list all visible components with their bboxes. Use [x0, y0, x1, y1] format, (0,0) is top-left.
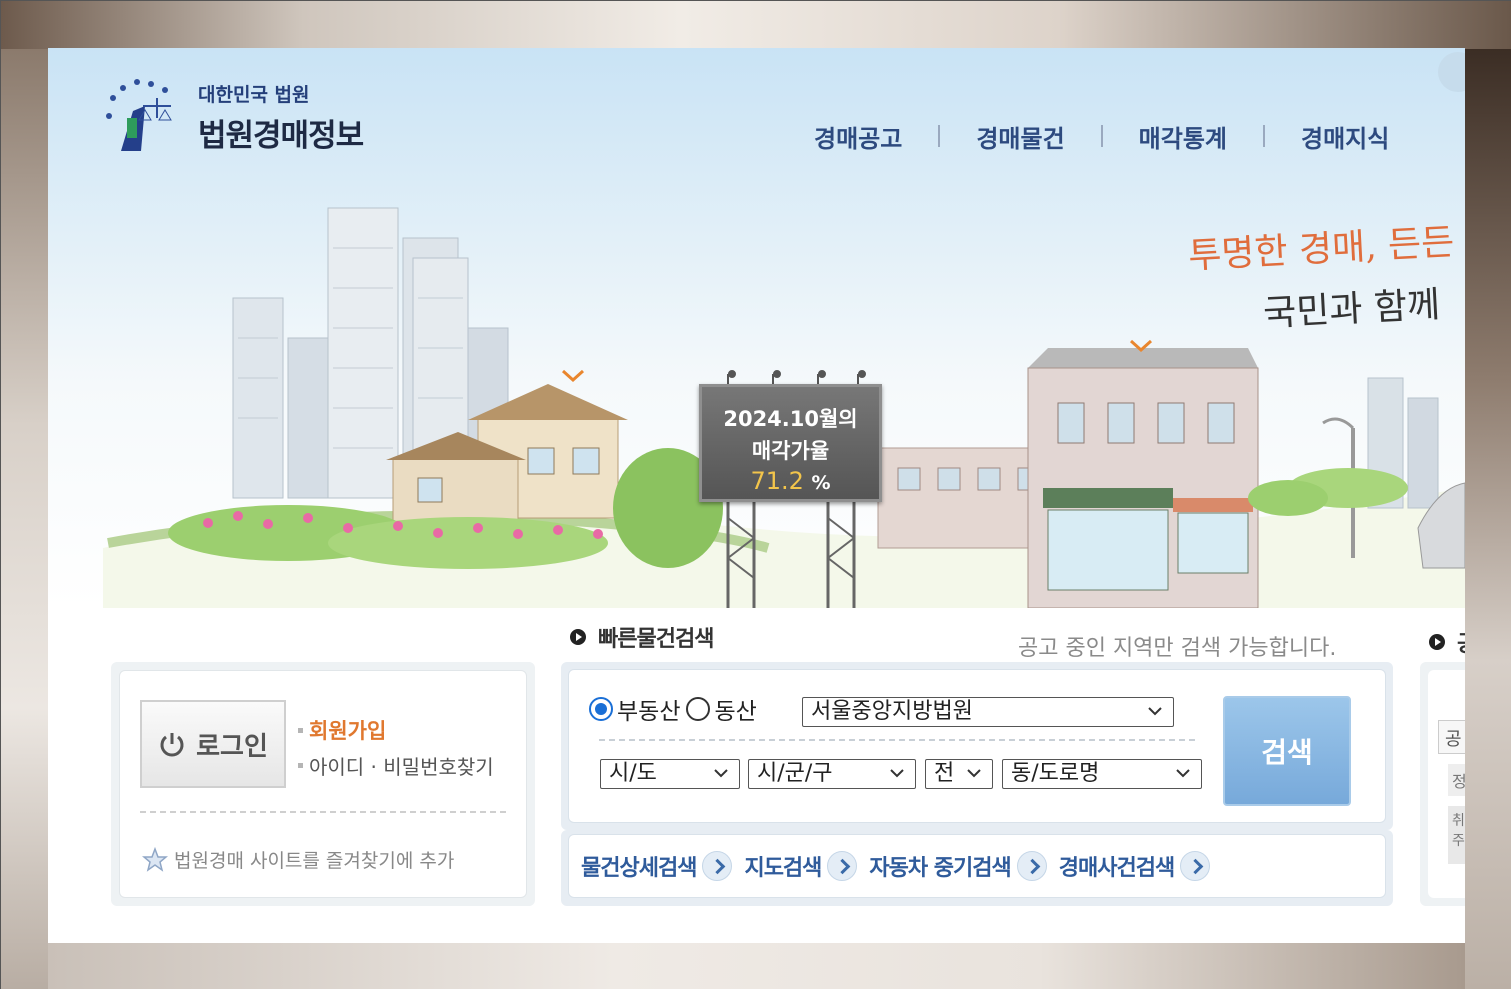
play-bullet-icon [570, 629, 586, 645]
background-blur-bottom [48, 943, 1465, 989]
chevron-down-icon [967, 769, 981, 778]
chevron-down-icon [714, 769, 728, 778]
hero-banner: 대한민국 법원 법원경매정보 경매공고 경매물건 매각통계 경매지식 투명한 경… [48, 48, 1465, 608]
case-search-link[interactable]: 경매사건검색 [1058, 850, 1211, 882]
background-blur-right [1465, 49, 1511, 989]
sido-select[interactable]: 시/도 [600, 759, 740, 789]
login-button-label: 로그인 [196, 731, 268, 762]
logo-subtitle: 대한민국 법원 [198, 84, 310, 106]
nav-divider [938, 125, 941, 147]
login-panel-inner: 로그인 회원가입 아이디 · 비밀번호찾기 법원경매 사이트를 즐겨찾기에 추가 [119, 670, 527, 898]
court-select-value: 서울중앙지방법원 [811, 699, 973, 724]
quick-search-panel: 부동산 동산 서울중앙지방법원 시/도 시/군/구 전 동/도로명 검색 [561, 662, 1393, 830]
power-icon [160, 733, 184, 757]
sale-rate-value: 71.2 [750, 467, 804, 495]
right-panel-tab[interactable]: 공 [1438, 720, 1465, 754]
right-panel: 공 정 취주 [1420, 662, 1465, 906]
right-panel-inner: 공 정 취주 [1428, 670, 1465, 898]
chevron-right-icon [827, 851, 858, 881]
star-icon [142, 846, 168, 872]
slogan-line-2: 국민과 함께 [1262, 284, 1442, 335]
signup-link-label: 회원가입 [309, 719, 387, 743]
map-search-link[interactable]: 지도검색 [744, 850, 858, 882]
logo-title: 법원경매정보 [198, 118, 364, 154]
nav-auction-notice[interactable]: 경매공고 [814, 119, 902, 154]
nav-sale-statistics[interactable]: 매각통계 [1139, 119, 1227, 154]
sido-select-value: 시/도 [609, 761, 657, 786]
vehicle-search-label: 자동차 중기검색 [869, 856, 1011, 881]
right-panel-heading: 공 [1429, 626, 1465, 658]
quick-search-note: 공고 중인 지역만 검색 가능합니다. [1018, 636, 1337, 661]
chevron-right-icon [702, 851, 733, 881]
map-search-label: 지도검색 [744, 856, 822, 881]
right-panel-title: 공 [1457, 626, 1465, 658]
right-panel-item[interactable]: 취주 [1448, 806, 1465, 864]
court-select[interactable]: 서울중앙지방법원 [802, 697, 1174, 727]
add-favorite-link[interactable]: 법원경매 사이트를 즐겨찾기에 추가 [142, 846, 454, 873]
add-favorite-label: 법원경매 사이트를 즐겨찾기에 추가 [174, 850, 455, 872]
find-id-password-link[interactable]: 아이디 · 비밀번호찾기 [298, 751, 494, 780]
radio-movable-label: 동산 [714, 699, 757, 725]
play-bullet-icon [1429, 634, 1445, 650]
chevron-right-icon [1180, 851, 1211, 881]
radio-realestate[interactable] [589, 697, 613, 721]
dong-select-value: 동/도로명 [1011, 761, 1100, 786]
chevron-right-icon [1016, 851, 1047, 881]
dong-select[interactable]: 동/도로명 [1002, 759, 1202, 789]
jeon-select[interactable]: 전 [925, 759, 993, 789]
quick-links: 물건상세검색 지도검색 자동차 중기검색 경매사건검색 [568, 834, 1386, 898]
court-auction-site: 대한민국 법원 법원경매정보 경매공고 경매물건 매각통계 경매지식 투명한 경… [48, 48, 1465, 943]
quick-links-panel: 물건상세검색 지도검색 자동차 중기검색 경매사건검색 [561, 830, 1393, 906]
radio-realestate-label: 부동산 [617, 699, 681, 725]
property-type-radios: 부동산 동산 [589, 692, 757, 726]
login-button[interactable]: 로그인 [140, 700, 286, 788]
quick-search-heading: 빠른물건검색 [570, 621, 714, 653]
court-emblem-icon [106, 79, 172, 151]
chevron-down-icon [1148, 707, 1162, 716]
quick-search-title: 빠른물건검색 [598, 627, 714, 652]
billboard-label: 매각가율 [751, 439, 830, 463]
sigungu-select-value: 시/군/구 [757, 761, 833, 786]
square-bullet-icon [298, 727, 303, 733]
background-blur-left [1, 49, 48, 989]
billboard-rate: 71.2 % [702, 467, 879, 495]
search-button[interactable]: 검색 [1223, 696, 1351, 806]
vehicle-search-link[interactable]: 자동차 중기검색 [869, 850, 1047, 882]
detail-search-link[interactable]: 물건상세검색 [581, 850, 733, 882]
dashed-divider [140, 811, 506, 813]
background-blur-top [1, 1, 1511, 49]
main-navigation: 경매공고 경매물건 매각통계 경매지식 [814, 116, 1389, 156]
billboard-month: 2024.10월의 [723, 407, 858, 431]
signup-link[interactable]: 회원가입 [298, 715, 386, 745]
right-panel-item[interactable]: 정 [1448, 764, 1465, 796]
case-search-label: 경매사건검색 [1058, 856, 1175, 881]
radio-movable[interactable] [686, 697, 711, 721]
nav-auction-knowledge[interactable]: 경매지식 [1301, 119, 1389, 154]
top-corner-button[interactable] [1438, 52, 1465, 92]
sale-rate-unit: % [811, 472, 831, 494]
chevron-down-icon [890, 769, 904, 778]
jeon-select-value: 전 [934, 761, 955, 786]
nav-divider [1262, 125, 1265, 147]
site-logo[interactable]: 대한민국 법원 법원경매정보 [103, 76, 403, 156]
chevron-down-icon [1176, 769, 1190, 778]
nav-divider [1100, 125, 1103, 147]
sigungu-select[interactable]: 시/군/구 [748, 759, 916, 789]
login-panel: 로그인 회원가입 아이디 · 비밀번호찾기 법원경매 사이트를 즐겨찾기에 추가 [111, 662, 535, 906]
quick-search-form: 부동산 동산 서울중앙지방법원 시/도 시/군/구 전 동/도로명 검색 [568, 669, 1386, 823]
sale-rate-billboard[interactable]: 2024.10월의 매각가율 71.2 % [699, 384, 882, 502]
find-id-password-label: 아이디 · 비밀번호찾기 [309, 755, 494, 779]
detail-search-label: 물건상세검색 [581, 856, 697, 881]
square-bullet-icon [298, 763, 303, 768]
dashed-divider [599, 739, 1195, 741]
nav-auction-items[interactable]: 경매물건 [976, 119, 1064, 154]
